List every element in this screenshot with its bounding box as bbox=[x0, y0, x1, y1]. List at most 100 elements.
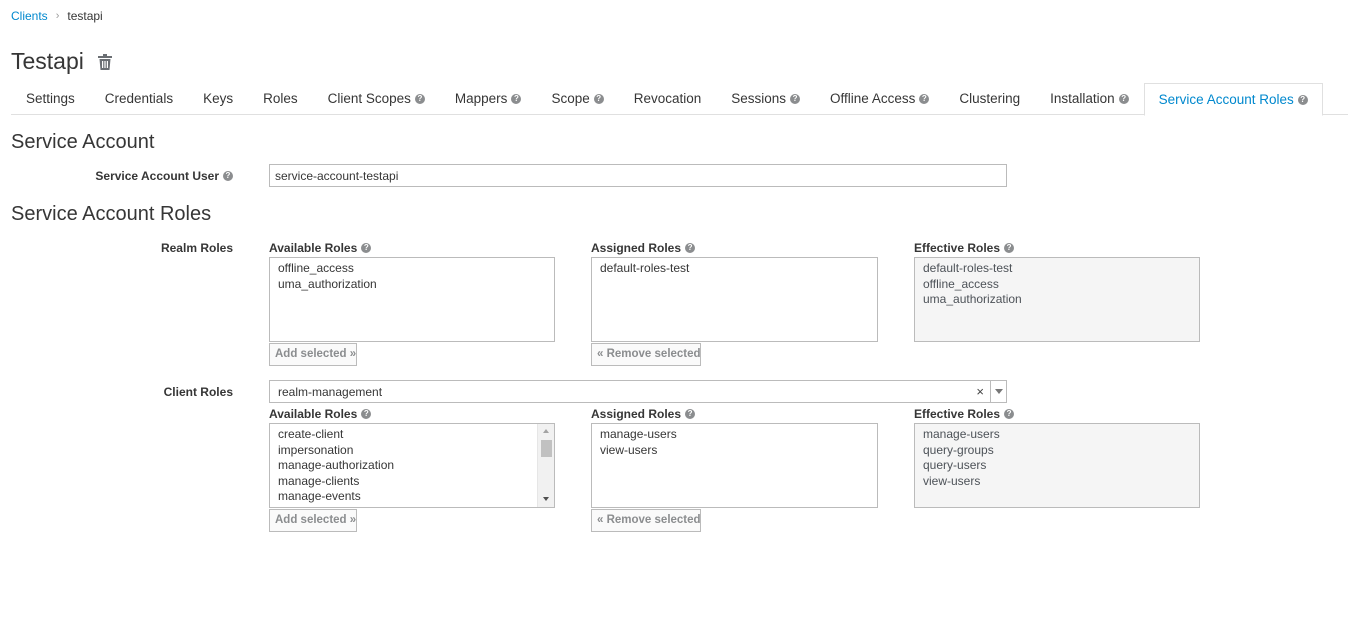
tab-label: Revocation bbox=[633, 91, 702, 106]
list-item: default-roles-test bbox=[923, 261, 1013, 275]
help-icon[interactable]: ? bbox=[1004, 243, 1015, 253]
help-icon[interactable]: ? bbox=[685, 409, 696, 419]
help-icon[interactable]: ? bbox=[511, 94, 522, 104]
tab-roles[interactable]: Roles bbox=[248, 83, 313, 115]
service-account-heading: Service Account bbox=[11, 131, 155, 153]
clear-icon[interactable]: × bbox=[976, 384, 984, 399]
scroll-down-icon[interactable] bbox=[543, 497, 549, 501]
list-item: query-users bbox=[923, 458, 987, 473]
realm-remove-selected-button[interactable]: « Remove selected bbox=[591, 343, 701, 366]
breadcrumb-separator: › bbox=[55, 10, 60, 22]
help-icon[interactable]: ? bbox=[361, 409, 372, 419]
list-item[interactable]: offline_access bbox=[278, 261, 554, 277]
realm-available-roles-label: Available Roles bbox=[269, 241, 358, 255]
help-icon[interactable]: ? bbox=[593, 94, 604, 104]
list-item: query-groups bbox=[923, 442, 994, 457]
service-account-user-input[interactable] bbox=[269, 164, 1007, 187]
page-title-row: Testapi bbox=[11, 48, 112, 75]
realm-assigned-roles-list[interactable]: default-roles-test bbox=[591, 257, 878, 342]
list-item: manage-users bbox=[923, 427, 1000, 441]
realm-available-roles-list[interactable]: offline_access uma_authorization bbox=[269, 257, 555, 342]
list-item[interactable]: create-client bbox=[278, 427, 536, 443]
tab-mappers[interactable]: Mappers? bbox=[440, 83, 537, 115]
client-add-selected-button[interactable]: Add selected » bbox=[269, 509, 357, 532]
tab-label: Offline Access bbox=[830, 91, 916, 106]
tab-label: Service Account Roles bbox=[1158, 91, 1294, 107]
client-select[interactable]: realm-management × bbox=[269, 380, 1007, 403]
help-icon[interactable]: ? bbox=[790, 94, 801, 104]
tab-label: Roles bbox=[263, 91, 298, 106]
help-icon[interactable]: ? bbox=[1004, 409, 1015, 419]
client-remove-selected-button[interactable]: « Remove selected bbox=[591, 509, 701, 532]
realm-assigned-roles-header: Assigned Roles ? bbox=[591, 241, 696, 255]
tab-label: Client Scopes bbox=[327, 91, 411, 106]
tab-keys[interactable]: Keys bbox=[188, 83, 248, 115]
tab-label: Mappers bbox=[454, 91, 508, 106]
client-available-roles-header: Available Roles ? bbox=[269, 407, 372, 421]
tab-label: Scope bbox=[551, 91, 590, 106]
list-item[interactable]: uma_authorization bbox=[278, 277, 554, 293]
breadcrumb: Clients › testapi bbox=[11, 9, 103, 23]
help-icon[interactable]: ? bbox=[919, 94, 930, 104]
service-account-user-label: Service Account User bbox=[95, 169, 219, 183]
realm-assigned-roles-label: Assigned Roles bbox=[591, 241, 682, 255]
help-icon[interactable]: ? bbox=[361, 243, 372, 253]
tab-label: Settings bbox=[26, 91, 75, 106]
client-effective-roles-list: manage-users query-groups query-users view-… bbox=[914, 423, 1200, 508]
dropdown-toggle[interactable] bbox=[990, 381, 1006, 402]
list-item[interactable]: manage-clients bbox=[278, 474, 536, 490]
client-available-roles-list[interactable]: create-client impersonation manage-authori… bbox=[269, 423, 555, 508]
help-icon[interactable]: ? bbox=[1297, 94, 1308, 105]
tab-client-scopes[interactable]: Client Scopes? bbox=[313, 83, 440, 115]
list-item[interactable]: view-users bbox=[600, 443, 877, 459]
tab-label: Keys bbox=[203, 91, 234, 106]
help-icon[interactable]: ? bbox=[223, 171, 233, 181]
tab-sessions[interactable]: Sessions? bbox=[716, 83, 815, 115]
client-assigned-roles-header: Assigned Roles ? bbox=[591, 407, 696, 421]
tab-label: Clustering bbox=[959, 91, 1021, 106]
list-item[interactable]: manage-events bbox=[278, 489, 536, 505]
list-item[interactable]: manage-authorization bbox=[278, 458, 536, 474]
realm-add-selected-button[interactable]: Add selected » bbox=[269, 343, 357, 366]
service-account-roles-heading: Service Account Roles bbox=[11, 203, 212, 225]
breadcrumb-current: testapi bbox=[67, 9, 103, 23]
scrollbar[interactable] bbox=[537, 424, 554, 507]
client-assigned-roles-label: Assigned Roles bbox=[591, 407, 682, 421]
realm-roles-label: Realm Roles bbox=[160, 241, 233, 255]
tab-offline-access[interactable]: Offline Access? bbox=[815, 83, 944, 115]
client-available-roles-label: Available Roles bbox=[269, 407, 358, 421]
tab-installation[interactable]: Installation? bbox=[1035, 83, 1144, 115]
list-item: uma_authorization bbox=[923, 292, 1022, 307]
tab-bar: Settings Credentials Keys Roles Client Scope… bbox=[11, 83, 1348, 116]
tab-credentials[interactable]: Credentials bbox=[90, 83, 188, 115]
tab-clustering[interactable]: Clustering bbox=[944, 83, 1035, 115]
realm-effective-roles-label: Effective Roles bbox=[914, 241, 1001, 255]
help-icon[interactable]: ? bbox=[685, 243, 696, 253]
tab-label: Credentials bbox=[104, 91, 174, 106]
tab-settings[interactable]: Settings bbox=[11, 83, 90, 115]
help-icon[interactable]: ? bbox=[414, 94, 425, 104]
list-item[interactable]: manage-users bbox=[600, 427, 877, 443]
scrollbar-thumb[interactable] bbox=[541, 440, 552, 457]
list-item[interactable]: impersonation bbox=[278, 443, 536, 459]
page-title: Testapi bbox=[11, 48, 84, 74]
tab-label: Sessions bbox=[731, 91, 787, 106]
client-effective-roles-header: Effective Roles ? bbox=[914, 407, 1015, 421]
service-account-user-label-row: Service Account User ? bbox=[60, 169, 233, 183]
scroll-up-icon[interactable] bbox=[543, 429, 549, 433]
tab-scope[interactable]: Scope? bbox=[536, 83, 618, 115]
tab-service-account-roles[interactable]: Service Account Roles? bbox=[1143, 83, 1323, 116]
trash-icon[interactable] bbox=[97, 53, 112, 70]
realm-available-roles-header: Available Roles ? bbox=[269, 241, 372, 255]
client-assigned-roles-list[interactable]: manage-users view-users bbox=[591, 423, 878, 508]
breadcrumb-clients-link[interactable]: Clients bbox=[11, 9, 48, 23]
list-item: view-users bbox=[923, 473, 981, 488]
realm-effective-roles-list: default-roles-test offline_access uma_auth… bbox=[914, 257, 1200, 342]
list-item: offline_access bbox=[923, 276, 999, 291]
client-effective-roles-label: Effective Roles bbox=[914, 407, 1001, 421]
help-icon[interactable]: ? bbox=[1118, 94, 1129, 104]
client-roles-label: Client Roles bbox=[163, 385, 233, 399]
tab-revocation[interactable]: Revocation bbox=[619, 83, 717, 115]
chevron-down-icon bbox=[995, 389, 1003, 394]
list-item[interactable]: default-roles-test bbox=[600, 261, 877, 277]
